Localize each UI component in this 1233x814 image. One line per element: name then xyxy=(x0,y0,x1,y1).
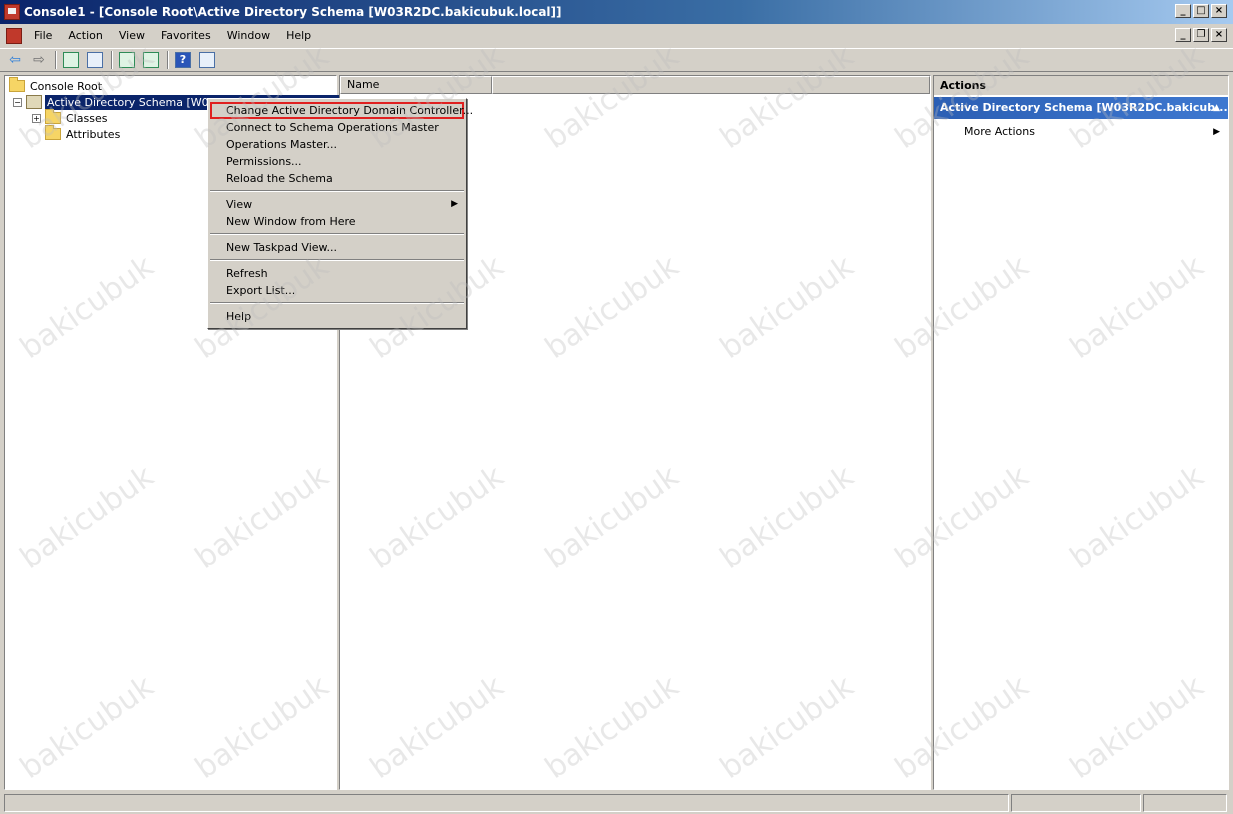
menu-item-operations-master[interactable]: Operations Master... xyxy=(210,136,464,153)
menu-action[interactable]: Action xyxy=(62,27,108,44)
console-icon[interactable] xyxy=(6,27,22,44)
child-close-button[interactable]: × xyxy=(1211,28,1227,42)
folder-icon xyxy=(9,77,25,92)
tree-item-classes[interactable]: + Classes xyxy=(32,109,108,126)
menu-item-view[interactable]: View ▶ xyxy=(210,196,464,213)
menu-item-new-window[interactable]: New Window from Here xyxy=(210,213,464,230)
menu-separator xyxy=(210,259,464,261)
tree-item-label: Classes xyxy=(66,111,108,125)
mmc-app-icon[interactable] xyxy=(4,4,20,20)
menu-bar: File Action View Favorites Window Help xyxy=(0,24,1233,47)
toolbar-separator xyxy=(55,51,57,69)
actions-section-label: Active Directory Schema [W03R2DC.bakicub… xyxy=(940,101,1228,114)
title-bar: Console1 - [Console Root\Active Director… xyxy=(0,0,1233,24)
menu-help[interactable]: Help xyxy=(280,27,317,44)
menu-item-connect-schema-master[interactable]: Connect to Schema Operations Master xyxy=(210,119,464,136)
folder-icon xyxy=(45,125,61,140)
export-list-icon[interactable] xyxy=(140,50,162,70)
schema-snapin-icon xyxy=(26,95,42,109)
status-bar xyxy=(0,792,1233,814)
status-cell-3 xyxy=(1143,794,1227,812)
collapse-up-icon[interactable]: ▲ xyxy=(1213,97,1220,119)
maximize-button[interactable]: □ xyxy=(1193,4,1209,18)
help-icon[interactable]: ? xyxy=(172,50,194,70)
toolbar: ⇦ ⇨ ? xyxy=(0,48,1233,72)
up-folder-icon[interactable] xyxy=(60,50,82,70)
submenu-arrow-icon: ▶ xyxy=(451,199,458,209)
tree-item-label: Console Root xyxy=(30,79,103,93)
menu-item-help[interactable]: Help xyxy=(210,308,464,325)
toolbar-separator xyxy=(167,51,169,69)
window-title: Console1 - [Console Root\Active Director… xyxy=(24,5,562,19)
expand-icon[interactable]: + xyxy=(32,113,41,123)
actions-pane: Actions Active Directory Schema [W03R2DC… xyxy=(933,75,1229,790)
tree-item-attributes[interactable]: Attributes xyxy=(45,125,121,142)
list-header: Name xyxy=(340,76,930,94)
menu-item-change-domain-controller[interactable]: Change Active Directory Domain Controlle… xyxy=(210,102,473,119)
child-minimize-button[interactable]: _ xyxy=(1175,28,1191,42)
menu-separator xyxy=(210,302,464,304)
show-hide-action-pane-icon[interactable] xyxy=(196,50,218,70)
forward-arrow-icon[interactable]: ⇨ xyxy=(28,50,50,70)
menu-item-permissions[interactable]: Permissions... xyxy=(210,153,464,170)
close-button[interactable]: × xyxy=(1211,4,1227,18)
context-menu: Change Active Directory Domain Controlle… xyxy=(207,98,473,329)
menu-separator xyxy=(210,190,464,192)
submenu-arrow-icon: ▶ xyxy=(1213,127,1220,137)
actions-title: Actions xyxy=(934,76,1228,96)
menu-window[interactable]: Window xyxy=(221,27,276,44)
column-header-name[interactable]: Name xyxy=(340,76,492,94)
more-actions-label: More Actions xyxy=(964,125,1035,138)
menu-item-new-taskpad-view[interactable]: New Taskpad View... xyxy=(210,239,464,256)
back-arrow-icon[interactable]: ⇦ xyxy=(4,50,26,70)
actions-section-header[interactable]: Active Directory Schema [W03R2DC.bakicub… xyxy=(934,97,1228,119)
more-actions-item[interactable]: More Actions ▶ xyxy=(934,123,1228,141)
menu-item-refresh[interactable]: Refresh xyxy=(210,265,464,282)
menu-view[interactable]: View xyxy=(113,27,151,44)
tree-item-console-root[interactable]: Console Root xyxy=(9,77,103,94)
child-window-controls: _ ❐ × xyxy=(1175,28,1227,42)
menu-item-export-list[interactable]: Export List... xyxy=(210,282,464,299)
menu-separator xyxy=(210,233,464,235)
tree-item-label: Attributes xyxy=(66,127,121,141)
show-hide-tree-icon[interactable] xyxy=(84,50,106,70)
collapse-icon[interactable]: − xyxy=(13,97,22,107)
column-header-blank[interactable] xyxy=(492,76,930,94)
minimize-button[interactable]: _ xyxy=(1175,4,1191,18)
menu-item-label: View xyxy=(226,198,253,211)
toolbar-separator xyxy=(111,51,113,69)
folder-icon xyxy=(45,109,61,124)
status-cell-2 xyxy=(1011,794,1141,812)
menu-item-reload-schema[interactable]: Reload the Schema xyxy=(210,170,464,187)
child-restore-button[interactable]: ❐ xyxy=(1193,28,1209,42)
status-cell-main xyxy=(4,794,1009,812)
menu-file[interactable]: File xyxy=(28,27,58,44)
menu-favorites[interactable]: Favorites xyxy=(155,27,217,44)
refresh-icon[interactable] xyxy=(116,50,138,70)
